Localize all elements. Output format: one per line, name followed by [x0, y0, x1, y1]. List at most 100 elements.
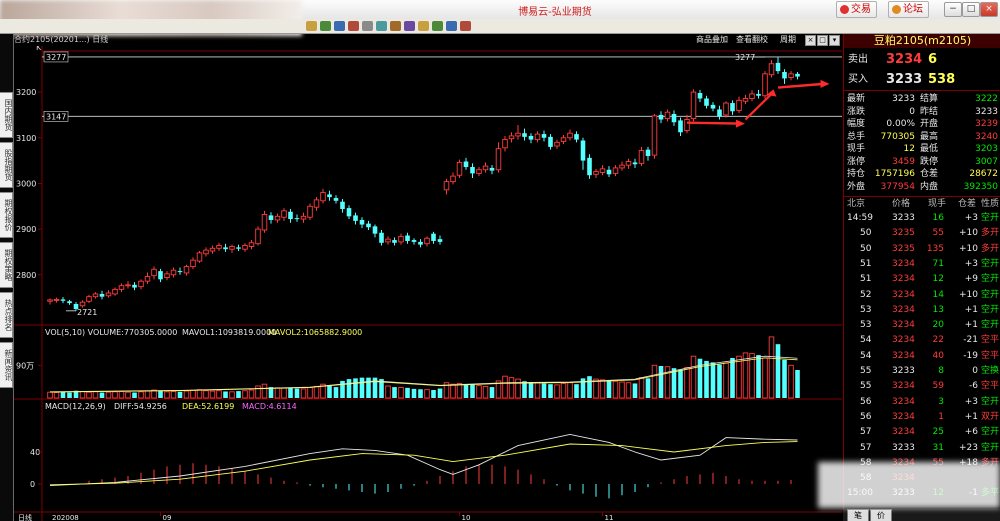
- close-button[interactable]: ×: [980, 2, 998, 17]
- trade-type: 空平: [981, 381, 1000, 392]
- chart-area[interactable]: K 2800 2900 3000 3100 3200 3277 3147 3277 2721 V…: [14, 43, 842, 521]
- tool-icon[interactable]: [460, 21, 471, 31]
- tool-icon[interactable]: [306, 21, 317, 31]
- volume-bar: [236, 391, 241, 398]
- annotation-arrowhead: [820, 79, 830, 88]
- trading-app-window: { "window": { "title": "博易云-弘业期货", "butt…: [0, 0, 1000, 521]
- trade-button[interactable]: 交易: [836, 1, 877, 18]
- tool-icon[interactable]: [376, 21, 387, 31]
- forum-button[interactable]: 论坛: [888, 1, 929, 18]
- candle: [515, 124, 521, 140]
- volume-bar: [508, 377, 515, 399]
- candle: [502, 135, 508, 152]
- macd-panel: MACD(12,26,9) DIFF:54.9256 DEA:52.6199 M…: [30, 402, 798, 499]
- volume-bar: [762, 357, 768, 399]
- maximize-button[interactable]: □: [962, 2, 980, 17]
- link-check[interactable]: 查看翻校: [736, 34, 768, 46]
- volume-bar: [144, 390, 151, 399]
- tool-icon[interactable]: [446, 21, 457, 31]
- trade-row: 57 3233 31 +23 空开: [844, 442, 1000, 455]
- candle-body: [768, 63, 775, 76]
- candle-body: [782, 72, 787, 79]
- tool-icon[interactable]: [404, 21, 415, 31]
- tool-icon[interactable]: [320, 21, 331, 31]
- y-tick-label: 90万: [16, 361, 34, 370]
- left-tab-index-futures[interactable]: 股指期货: [0, 142, 13, 188]
- candle: [612, 165, 619, 177]
- quote-panel: 豆粕2105(m2105) 卖出 3234 6 买入 3233 538 最新 32…: [843, 34, 1000, 521]
- candle: [79, 300, 86, 308]
- stat-label: 最低: [920, 144, 939, 154]
- volume-bar: [515, 378, 521, 399]
- trade-row: 51 3234 71 +3 空开: [844, 258, 1000, 271]
- chart-close-button[interactable]: ×: [805, 35, 816, 46]
- header-time: 北京: [847, 199, 866, 209]
- candle: [86, 294, 92, 304]
- y-tick-label: 3000: [16, 179, 36, 188]
- tab-ticks[interactable]: 笔: [847, 509, 869, 521]
- candle-body: [327, 194, 332, 198]
- candle-body: [268, 215, 274, 220]
- candle-body: [554, 141, 560, 147]
- volume-bar: [482, 385, 489, 399]
- left-tab-options-strategy[interactable]: 期权策略: [0, 242, 13, 288]
- candle: [372, 224, 378, 238]
- candle-body: [405, 235, 410, 241]
- candle: [333, 195, 339, 204]
- link-overlay[interactable]: 商品叠加: [696, 34, 728, 46]
- tool-icon[interactable]: [334, 21, 345, 31]
- candle-body: [151, 268, 157, 277]
- left-tab-options-quotes[interactable]: 期权报价: [0, 192, 13, 238]
- volume-bar: [502, 375, 508, 399]
- candle-body: [690, 91, 697, 120]
- kline-chart: K 2800 2900 3000 3100 3200 3277 3147 3277 2721 V…: [14, 43, 842, 521]
- minimize-button[interactable]: −: [944, 2, 962, 17]
- tab-price[interactable]: 价: [870, 509, 892, 521]
- tool-icon[interactable]: [418, 21, 429, 31]
- candle-body: [170, 269, 177, 276]
- candle: [132, 282, 137, 291]
- tool-icon[interactable]: [432, 21, 443, 31]
- left-tab-domestic-futures[interactable]: 国内期货: [0, 92, 13, 138]
- volume-bar: [704, 360, 709, 398]
- candle-body: [560, 137, 567, 142]
- candle: [528, 133, 534, 144]
- volume-bar: [788, 364, 794, 399]
- x-axis: 日线 202008 09 10 11: [18, 512, 613, 521]
- tool-icon[interactable]: [348, 21, 359, 31]
- stat-label: 涨停: [847, 156, 866, 167]
- chart-restore-button[interactable]: □: [817, 35, 828, 46]
- candle: [443, 178, 450, 195]
- candle: [274, 213, 281, 223]
- stat-label: 幅度: [847, 119, 866, 129]
- volume-bar: [678, 369, 683, 398]
- trade-price: 3235: [892, 243, 915, 254]
- tool-icon[interactable]: [390, 21, 401, 31]
- tool-icon[interactable]: [362, 21, 373, 31]
- trade-qty: 14: [932, 289, 944, 300]
- link-period[interactable]: 周期: [780, 34, 796, 46]
- left-tab-news[interactable]: 新闻资讯: [0, 342, 13, 388]
- candle: [92, 292, 99, 299]
- candle: [248, 240, 255, 250]
- candle-body: [255, 228, 261, 245]
- candle-body: [678, 120, 683, 133]
- quote-stat-row: 涨停 3459 跌停 3007: [844, 156, 1000, 168]
- volume-bar: [671, 368, 677, 398]
- left-tab-hot-ranking[interactable]: 热点排名: [0, 292, 13, 338]
- trades-header: 北京 价格 现手 仓差 性质: [844, 198, 1000, 211]
- candle-body: [567, 132, 573, 139]
- trade-type: 空开: [981, 289, 1000, 300]
- candle: [261, 210, 268, 233]
- trade-oi-change: -19: [963, 350, 978, 361]
- trade-qty: 20: [932, 320, 944, 331]
- chart-menu-button[interactable]: ▾: [829, 35, 840, 46]
- candle-body: [495, 148, 502, 171]
- volume-bar: [730, 358, 735, 398]
- candle-body: [625, 161, 632, 166]
- candle: [567, 129, 573, 141]
- candle-body: [99, 293, 105, 297]
- trade-price: 3234: [892, 258, 915, 269]
- candle: [482, 162, 489, 173]
- candle: [723, 101, 729, 118]
